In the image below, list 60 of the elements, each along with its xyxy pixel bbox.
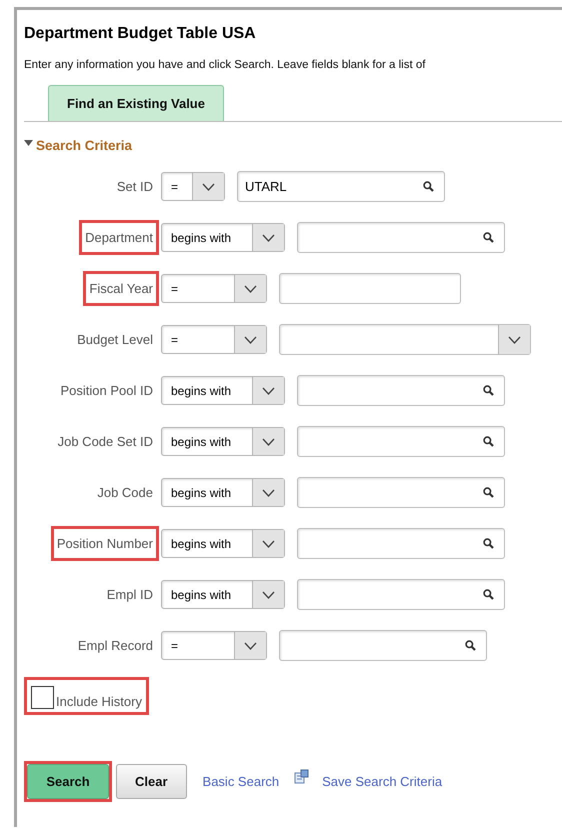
field-label: Position Pool ID (60, 382, 154, 400)
lookup-field[interactable] (297, 477, 505, 508)
search-icon[interactable] (483, 385, 494, 396)
operator-dropdown[interactable]: begins with (161, 223, 285, 252)
operator-dropdown[interactable]: begins with (161, 376, 285, 405)
caret-icon (262, 590, 275, 598)
search-icon[interactable] (423, 181, 434, 192)
operator-dropdown[interactable]: begins with (161, 427, 285, 456)
operator-dropdown[interactable]: begins with (161, 478, 285, 507)
lookup-field[interactable] (297, 375, 505, 406)
find-existing-value-tab[interactable]: Find an Existing Value (48, 85, 224, 121)
caret-icon (262, 386, 275, 394)
field-label: Department (79, 220, 159, 255)
caret-icon (262, 438, 275, 446)
caret-icon (262, 540, 275, 548)
section-title[interactable]: Search Criteria (36, 138, 132, 153)
search-icon[interactable] (483, 538, 494, 549)
lookup-field[interactable] (297, 426, 505, 457)
field-label: Position Number (50, 526, 159, 561)
field-label: Empl Record (76, 637, 154, 655)
save-criteria-icon[interactable] (294, 769, 310, 784)
save-search-criteria-link[interactable]: Save Search Criteria (322, 774, 442, 789)
caret-icon (508, 336, 521, 344)
basic-search-link[interactable]: Basic Search (202, 774, 280, 789)
search-icon[interactable] (483, 589, 494, 600)
search-icon[interactable] (483, 436, 494, 447)
field-label: Fiscal Year (83, 271, 159, 306)
lookup-field[interactable] (297, 222, 505, 253)
include-history-option[interactable]: Include History (24, 677, 149, 715)
search-icon[interactable] (483, 487, 494, 498)
input-field[interactable] (279, 273, 461, 304)
field-label: Budget Level (76, 331, 154, 349)
lookup-field[interactable] (297, 579, 505, 610)
operator-dropdown[interactable]: = (161, 325, 267, 354)
caret-icon (262, 234, 275, 242)
checkbox[interactable] (31, 686, 54, 709)
operator-dropdown[interactable]: = (161, 172, 225, 201)
collapse-triangle-icon[interactable] (24, 140, 33, 147)
instructions-text: Enter any information you have and click Search. Leave fields blank for a list of (24, 59, 426, 71)
caret-icon (244, 642, 257, 650)
operator-dropdown[interactable]: begins with (161, 529, 285, 558)
field-label: Job Code (96, 484, 154, 502)
lookup-field[interactable]: UTARL (237, 171, 445, 202)
operator-dropdown[interactable]: = (161, 631, 267, 660)
field-label: Job Code Set ID (56, 433, 154, 451)
caret-icon (262, 488, 275, 496)
page-title: Department Budget Table USA (24, 25, 257, 43)
caret-icon (244, 284, 257, 292)
field-label: Set ID (116, 178, 154, 196)
field-label: Empl ID (106, 586, 154, 604)
lookup-field[interactable] (279, 630, 487, 661)
caret-icon (202, 182, 215, 190)
operator-dropdown[interactable]: begins with (161, 580, 285, 609)
caret-icon (244, 336, 257, 344)
search-button[interactable]: Search (27, 764, 109, 799)
search-icon[interactable] (483, 232, 494, 243)
operator-dropdown[interactable]: = (161, 274, 267, 303)
clear-button[interactable]: Clear (116, 764, 187, 799)
lookup-field[interactable] (297, 528, 505, 559)
search-icon[interactable] (465, 640, 476, 651)
